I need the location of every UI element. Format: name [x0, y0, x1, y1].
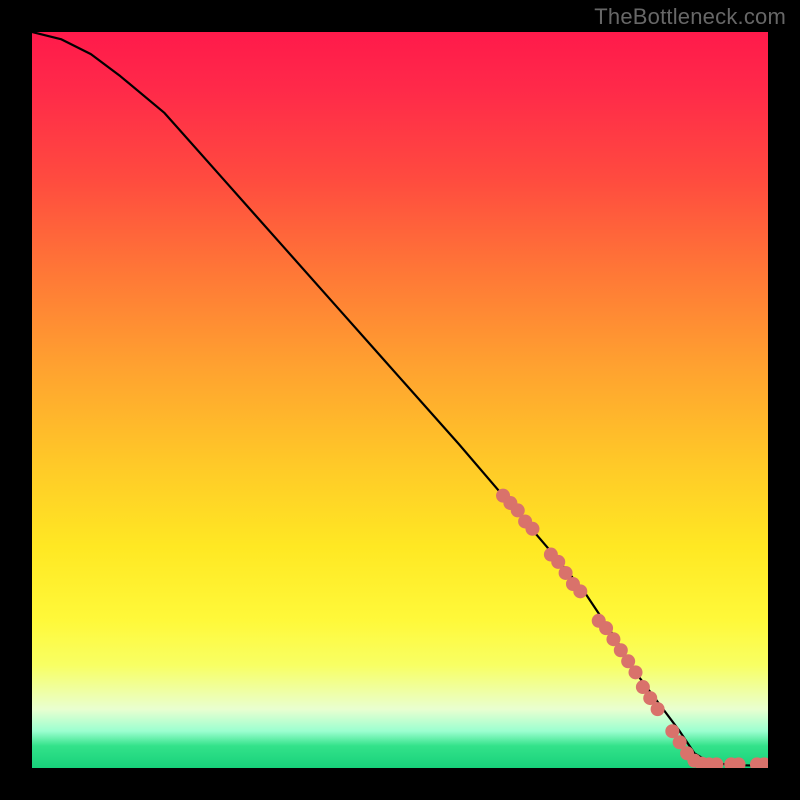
chart-frame: TheBottleneck.com	[0, 0, 800, 800]
marker-dot	[573, 584, 587, 598]
marker-dot	[651, 702, 665, 716]
watermark-text: TheBottleneck.com	[594, 4, 786, 30]
plot-area	[32, 32, 768, 768]
highlighted-markers	[496, 489, 768, 768]
marker-dot	[525, 522, 539, 536]
trend-curve	[32, 32, 768, 766]
curve-layer	[32, 32, 768, 768]
marker-dot	[629, 665, 643, 679]
